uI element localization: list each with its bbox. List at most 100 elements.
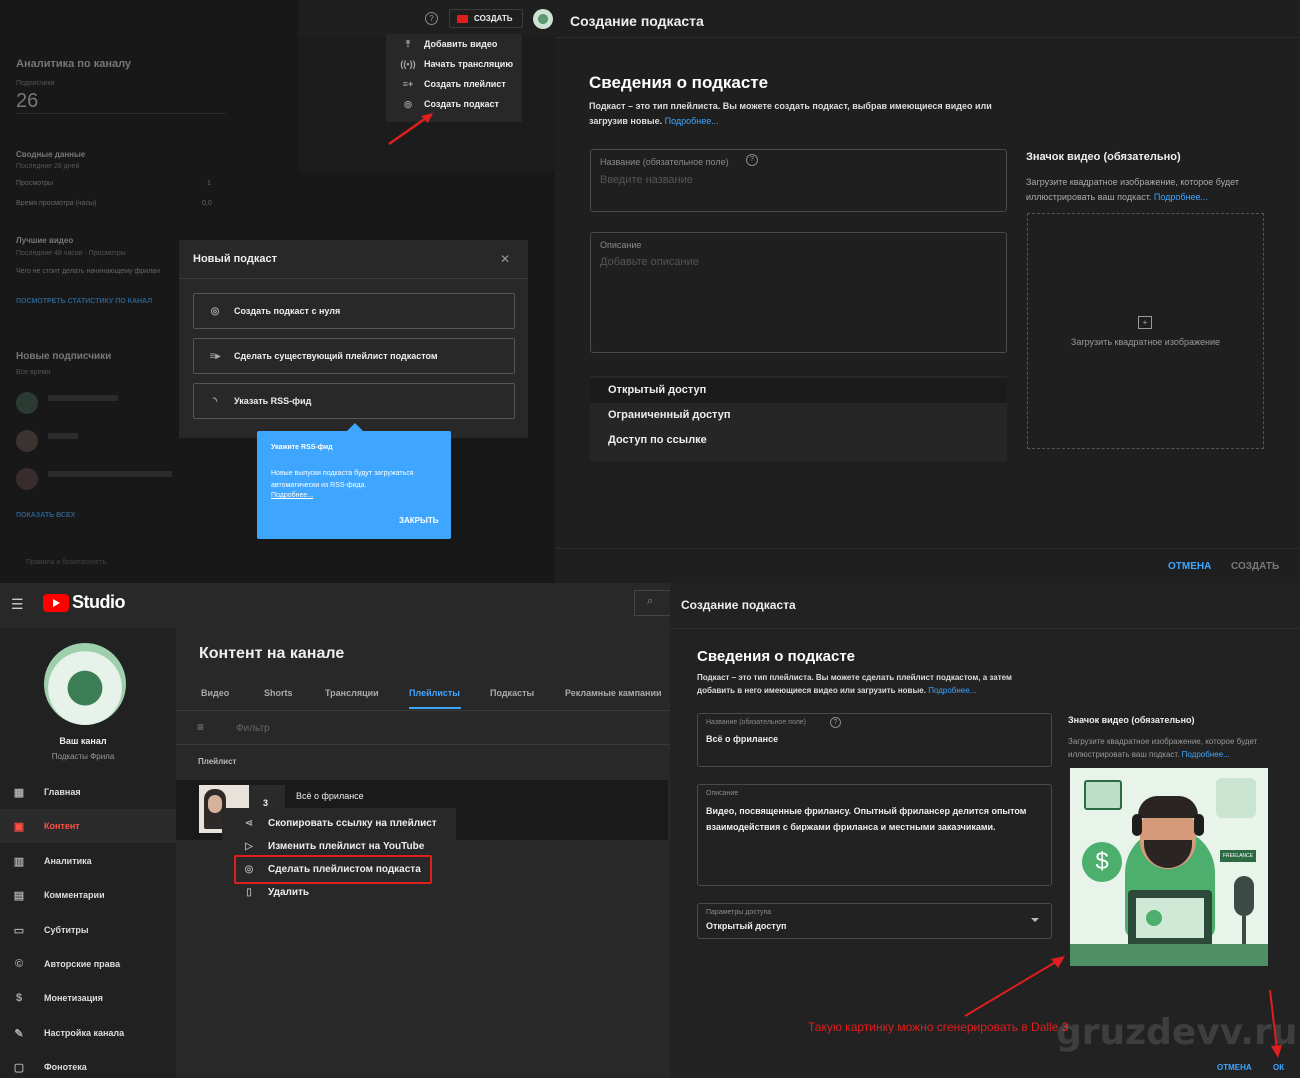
subscribers-count: 26 [16, 90, 39, 112]
view-stats-link[interactable]: ПОСМОТРЕТЬ СТАТИСТИКУ ПО КАНАЛ [16, 298, 152, 305]
access-label: Параметры доступа [706, 909, 772, 916]
tooltip-title: Укажите RSS-фид [271, 444, 333, 451]
live-icon: ((•)) [400, 59, 416, 69]
sidebar-item-content[interactable]: ▣ Контент [0, 809, 176, 843]
description-value[interactable]: Видео, посвященные фрилансу. Опытный фри… [706, 803, 1044, 835]
create-button[interactable]: СОЗДАТЬ [449, 9, 523, 28]
dashboard-icon: ▦ [13, 786, 25, 799]
help-icon[interactable]: ? [746, 154, 758, 166]
copyright-icon: © [14, 958, 24, 970]
menu-item-playlist[interactable]: ≡+ Создать плейлист [386, 74, 522, 94]
access-option-unlisted[interactable]: Доступ по ссылке [608, 434, 707, 446]
analytics-icon: ▥ [13, 855, 25, 868]
sidebar-item-comments[interactable]: ▤ Комментарии [0, 878, 176, 912]
sidebar-item-audio-library[interactable]: ▢ Фонотека [0, 1050, 176, 1078]
more-link[interactable]: Подробнее... [665, 116, 719, 126]
section-desc: Подкаст – это тип плейлиста. Вы можете с… [697, 673, 1012, 695]
annotation-arrow [388, 113, 433, 146]
channel-avatar[interactable] [44, 643, 126, 725]
tooltip-more-link[interactable]: Подробнее... [271, 492, 313, 499]
best-video-item[interactable]: Чего не стоит делать начинающему фрилан [16, 268, 160, 275]
channel-name: Ваш канал [59, 736, 107, 746]
page-title: Создание подкаста [681, 598, 796, 612]
menu-item-copy-link[interactable]: ⋖ Скопировать ссылку на плейлист [222, 812, 456, 834]
access-option-public[interactable]: Открытый доступ [608, 384, 706, 396]
monetization-icon: $ [15, 992, 23, 1004]
image-upload-area[interactable] [1027, 213, 1264, 449]
menu-item-live[interactable]: ((•)) Начать трансляцию [386, 54, 522, 74]
description-field[interactable] [697, 784, 1052, 886]
close-icon[interactable]: ✕ [500, 252, 510, 266]
more-link[interactable]: Подробнее... [928, 686, 976, 695]
ok-button[interactable]: ОК [1273, 1063, 1284, 1072]
thumbnail-more-link[interactable]: Подробнее... [1182, 750, 1230, 759]
rss-feed-button[interactable]: ◝ Указать RSS-фид [193, 383, 515, 419]
tab-playlists[interactable]: Плейлисты [409, 688, 460, 698]
playlist-name[interactable]: Всё о фрилансе [296, 791, 364, 801]
audio-library-icon: ▢ [13, 1061, 25, 1074]
sidebar-item-monetization[interactable]: $ Монетизация [0, 981, 176, 1015]
tooltip-text: Новые выпуски подкаста будут загружаться… [271, 470, 414, 489]
tab-podcasts[interactable]: Подкасты [490, 688, 534, 698]
divider [670, 628, 1300, 629]
analytics-title: Аналитика по каналу [16, 58, 132, 70]
best-video-title: Лучшие видео [16, 236, 74, 245]
playlist-column-header: Плейлист [198, 757, 237, 766]
sidebar-item-dashboard[interactable]: ▦ Главная [0, 775, 176, 809]
menu-item-edit-on-youtube[interactable]: ▷ Изменить плейлист на YouTube [222, 835, 456, 857]
cancel-button[interactable]: ОТМЕНА [1217, 1063, 1252, 1072]
create-podcast-from-scratch-button[interactable]: ◎ Создать подкаст с нуля [193, 293, 515, 329]
tooltip-arrow [347, 423, 363, 431]
podcast-thumbnail-image[interactable]: $ FREELANCE [1070, 768, 1268, 966]
sidebar-item-analytics[interactable]: ▥ Аналитика [0, 844, 176, 878]
thumbnail-desc: Загрузите квадратное изображение, которо… [1026, 177, 1239, 202]
best-video-sub: Последние 48 часов · Просмотры [16, 250, 126, 257]
freelance-badge: FREELANCE [1220, 850, 1256, 862]
tooltip-close-button[interactable]: ЗАКРЫТЬ [399, 516, 438, 525]
menu-item-upload[interactable]: ⤒ Добавить видео [386, 34, 522, 54]
avatar[interactable] [533, 9, 553, 29]
youtube-logo-icon[interactable] [43, 594, 69, 612]
sidebar-item-copyright[interactable]: © Авторские права [0, 947, 176, 981]
thumbnail-more-link[interactable]: Подробнее... [1154, 192, 1208, 202]
sidebar-item-subtitles[interactable]: ▭ Субтитры [0, 913, 176, 947]
sidebar-item-customization[interactable]: ✎ Настройка канала [0, 1016, 176, 1050]
cancel-button[interactable]: ОТМЕНА [1168, 561, 1211, 572]
tab-live[interactable]: Трансляции [325, 688, 379, 698]
use-playlist-as-podcast-button[interactable]: ≡▸ Сделать существующий плейлист подкасто… [193, 338, 515, 374]
filter-icon[interactable]: ≡ [197, 720, 204, 734]
show-all-link[interactable]: ПОКАЗАТЬ ВСЕХ [16, 512, 75, 519]
annotation-text: Такую картинку можно сгенерировать в Dal… [808, 1020, 1069, 1034]
tab-promotions[interactable]: Рекламные кампании [565, 688, 662, 698]
description-field[interactable] [590, 232, 1007, 353]
access-option-private[interactable]: Ограниченный доступ [608, 409, 730, 421]
section-title: Сведения о подкасте [589, 73, 769, 92]
channel-sub: Подкасты Фрила [51, 752, 115, 761]
rss-tooltip: Укажите RSS-фид Новые выпуски подкаста б… [257, 431, 451, 539]
podcast-icon: ◎ [210, 305, 220, 317]
name-value[interactable]: Всё о фрилансе [706, 734, 778, 744]
help-icon[interactable]: ? [830, 717, 841, 728]
filter-input[interactable]: Фильтр [236, 723, 270, 734]
divider [176, 710, 670, 711]
new-subs-sub: Все время [16, 369, 51, 376]
help-icon[interactable]: ? [425, 12, 438, 25]
section-desc: Подкаст – это тип плейлиста. Вы можете с… [589, 101, 992, 126]
create-button[interactable]: СОЗДАТЬ [1231, 561, 1279, 572]
views-label: Просмотры [16, 180, 53, 187]
tab-shorts[interactable]: Shorts [264, 688, 293, 698]
upload-icon: ⤒ [406, 38, 410, 49]
thumbnail-title: Значок видео (обязательно) [1026, 151, 1181, 163]
add-image-icon: + [1138, 316, 1152, 329]
menu-item-delete[interactable]: ▯ Удалить [222, 881, 456, 903]
search-box[interactable]: ⌕ [634, 590, 670, 616]
views-value: 1 [207, 180, 211, 187]
blurred-name [48, 395, 118, 401]
dollar-icon: $ [1082, 842, 1122, 882]
search-icon: ⌕ [647, 595, 654, 607]
menu-icon[interactable]: ☰ [11, 596, 24, 613]
chevron-down-icon [1031, 918, 1039, 922]
access-value: Открытый доступ [706, 921, 787, 931]
tab-videos[interactable]: Видео [201, 688, 229, 698]
policy-link[interactable]: Правила и безопасность [26, 559, 106, 566]
